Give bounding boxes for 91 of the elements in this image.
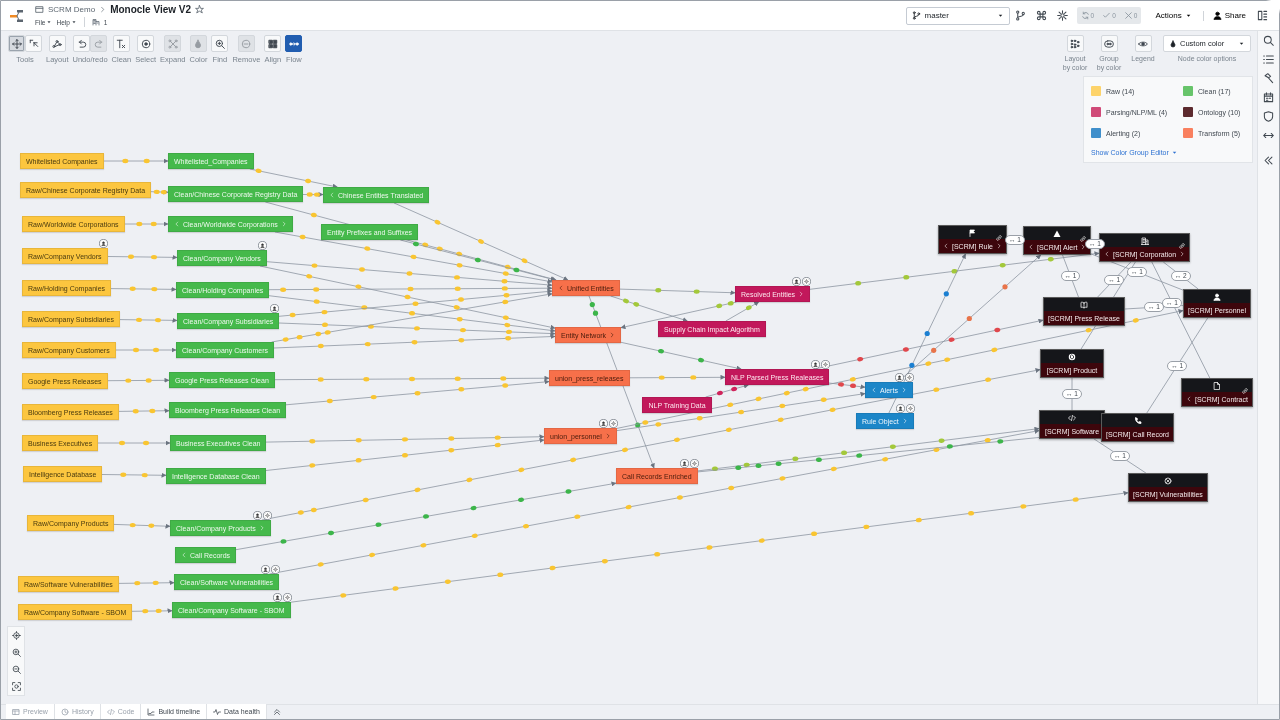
branch-icon <box>911 11 921 20</box>
chevron-right-icon <box>798 291 805 297</box>
chevron-right-icon <box>99 6 107 13</box>
link-icon <box>994 234 1003 242</box>
building-icon <box>1140 236 1149 245</box>
droplet-icon <box>1169 39 1177 48</box>
toolbar-button[interactable] <box>285 35 303 52</box>
move-icon <box>11 38 22 49</box>
chevron-left-icon <box>558 285 564 291</box>
hammer-icon[interactable] <box>1263 73 1274 84</box>
dot-grid-icon <box>1070 38 1080 49</box>
chevron-right-icon <box>609 332 616 338</box>
search-icon[interactable] <box>1263 35 1274 46</box>
chevron-right-icon <box>995 243 1002 249</box>
caret-icon <box>70 19 77 25</box>
clock-icon <box>60 707 69 716</box>
shield-icon[interactable] <box>1263 111 1274 122</box>
calendar-icon[interactable] <box>1263 92 1274 103</box>
horizontal-arrows-icon[interactable] <box>1263 130 1274 141</box>
caret-icon <box>1170 149 1178 156</box>
panel-icon <box>1257 10 1268 21</box>
caret-icon <box>1238 40 1245 47</box>
list-icon[interactable] <box>1263 54 1274 65</box>
chevron-right-icon <box>258 525 265 531</box>
pulse-icon <box>213 707 222 716</box>
phone-icon <box>1133 416 1142 425</box>
code-icon <box>106 707 115 716</box>
undo-icon <box>76 38 87 49</box>
warning-icon <box>1053 229 1062 238</box>
book-icon <box>1080 300 1088 309</box>
pointer-icon <box>28 38 39 49</box>
clear-format-icon <box>116 38 127 49</box>
close-icon <box>1123 11 1133 20</box>
person-icon <box>1212 11 1222 20</box>
locate-icon <box>11 631 21 640</box>
grid-icon <box>267 38 278 49</box>
chevron-right-icon <box>604 433 611 439</box>
flag-icon <box>968 228 977 237</box>
chart-icon <box>147 707 156 716</box>
actions-menu[interactable]: Actions <box>1147 11 1200 20</box>
command-icon[interactable] <box>1035 10 1047 21</box>
graph-canvas[interactable] <box>1 31 1257 704</box>
target-icon <box>140 38 151 49</box>
check-icon <box>1102 11 1112 20</box>
branch-icon[interactable] <box>1014 10 1026 21</box>
droplet-icon <box>193 38 204 49</box>
zoom-out-icon <box>11 665 21 674</box>
share-button[interactable]: Share <box>1206 11 1252 20</box>
caret-icon <box>1184 12 1192 19</box>
chevron-right-icon <box>900 387 907 393</box>
chevron-left-icon <box>1104 251 1110 257</box>
refresh-icon <box>1080 11 1090 20</box>
chevron-right-icon <box>1080 244 1087 250</box>
app-logo[interactable] <box>9 7 25 24</box>
caret-icon <box>996 12 1004 19</box>
minus-circle-icon <box>241 38 252 49</box>
group-icon <box>1104 38 1114 49</box>
double-chevron-left-icon[interactable] <box>1263 155 1274 166</box>
caret-icon <box>46 19 53 25</box>
chevron-left-icon <box>871 387 877 393</box>
window-icon <box>35 5 44 14</box>
expand-icon <box>167 38 178 49</box>
table-icon <box>12 707 20 716</box>
chevron-left-icon <box>181 552 187 558</box>
document-icon <box>1212 381 1221 390</box>
link-line <box>1093 438 1147 474</box>
breadcrumb-link[interactable]: SCRM Demo <box>48 5 96 14</box>
page-title: Monocle View V2 <box>110 4 192 15</box>
branch-select[interactable]: master <box>905 6 1010 25</box>
chevron-left-icon <box>943 243 949 249</box>
star-icon <box>195 5 205 14</box>
double-chevron-up-icon[interactable] <box>272 708 281 716</box>
code-icon <box>1068 413 1076 422</box>
chevron-right-icon <box>280 221 287 227</box>
fit-icon <box>11 682 21 691</box>
person-icon <box>1213 292 1221 301</box>
chevron-right-icon <box>1179 251 1186 257</box>
chevron-left-icon <box>329 192 335 198</box>
link-icon <box>1178 242 1187 250</box>
link-icon <box>1240 387 1249 395</box>
zoom-in-icon <box>214 38 225 49</box>
link-icon <box>1079 235 1088 243</box>
link-line <box>1071 377 1073 411</box>
chevron-left-icon <box>1028 244 1034 250</box>
chevron-left-icon <box>1186 396 1192 402</box>
chevron-right-icon <box>901 418 908 424</box>
chevron-left-icon <box>174 221 180 227</box>
redo-icon <box>93 38 104 49</box>
buildings-icon <box>91 18 100 26</box>
zoom-in-icon <box>11 648 21 657</box>
graph-icon <box>52 38 63 49</box>
